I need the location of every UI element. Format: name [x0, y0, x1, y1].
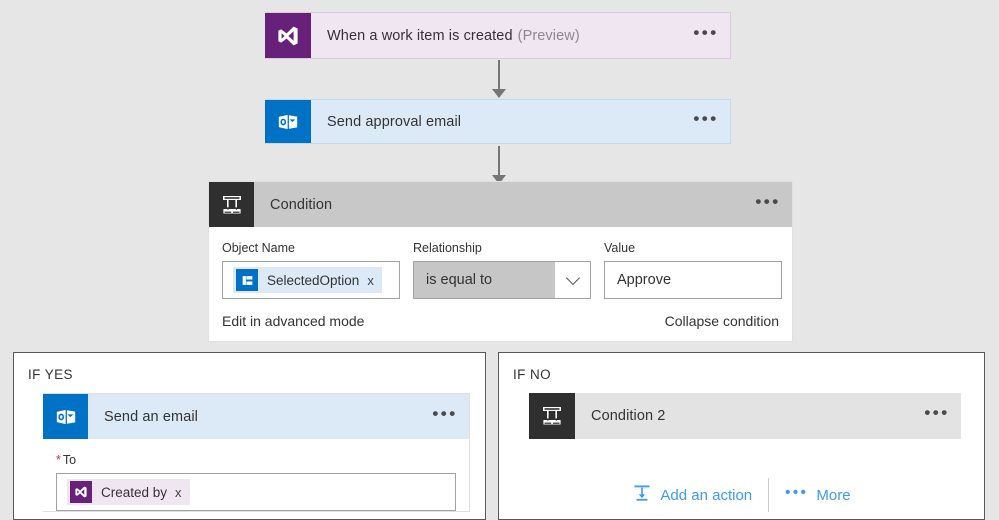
object-name-input[interactable]: SelectedOption x	[222, 261, 400, 299]
selected-option-token[interactable]: SelectedOption x	[233, 267, 382, 293]
to-input[interactable]: Created by x	[56, 473, 456, 511]
value-input[interactable]: Approve	[604, 261, 782, 299]
condition-2-more-menu-icon[interactable]: •••	[913, 393, 961, 439]
trigger-title: When a work item is created (Preview)	[311, 13, 682, 58]
required-asterisk: *	[56, 453, 61, 467]
approval-more-menu-icon[interactable]: •••	[682, 100, 730, 143]
send-an-email-more-menu-icon[interactable]: •••	[421, 394, 469, 439]
send-an-email-header[interactable]: Send an email •••	[43, 394, 469, 439]
if-no-label: IF NO	[513, 367, 551, 382]
visual-studio-icon	[70, 481, 92, 503]
condition-branch-icon	[529, 393, 575, 439]
ellipsis-icon: •••	[785, 484, 809, 501]
object-name-field: Object Name SelectedOption x	[222, 241, 400, 299]
to-field-label: * To	[56, 453, 456, 467]
remove-token-icon[interactable]: x	[367, 273, 378, 288]
connector-arrow-approval-to-condition	[492, 146, 506, 184]
if-yes-label: IF YES	[28, 367, 73, 382]
created-by-token[interactable]: Created by x	[67, 479, 190, 505]
created-by-token-label: Created by	[101, 484, 168, 500]
approval-option-icon	[236, 269, 258, 291]
condition-field-row: Object Name SelectedOption x Relationshi…	[222, 241, 782, 299]
value-input-text: Approve	[617, 272, 672, 288]
condition-body: Object Name SelectedOption x Relationshi…	[209, 227, 792, 299]
condition-more-menu-icon[interactable]: •••	[744, 182, 792, 227]
object-name-label: Object Name	[222, 241, 295, 255]
condition-card: Condition ••• Object Name SelectedOption…	[208, 181, 793, 342]
approval-card-title: Send approval email	[327, 113, 462, 130]
remove-token-icon[interactable]: x	[175, 485, 186, 500]
relationship-label: Relationship	[413, 241, 482, 255]
if-no-action-links: Add an action ••• More	[498, 478, 985, 512]
send-approval-email-card[interactable]: Send approval email •••	[265, 99, 731, 144]
condition-footer: Edit in advanced mode Collapse condition	[209, 299, 792, 341]
value-field: Value Approve	[604, 241, 782, 299]
more-label: More	[816, 486, 851, 504]
outlook-icon	[43, 394, 88, 439]
visual-studio-icon	[265, 13, 311, 58]
condition-branch-icon	[209, 182, 254, 227]
condition-card-header[interactable]: Condition •••	[209, 182, 792, 227]
value-label: Value	[604, 241, 636, 255]
condition-2-card[interactable]: Condition 2 •••	[529, 393, 961, 439]
edit-advanced-mode-link[interactable]: Edit in advanced mode	[222, 313, 364, 329]
collapse-condition-link[interactable]: Collapse condition	[665, 313, 779, 329]
add-an-action-label: Add an action	[660, 486, 753, 504]
to-label-text: To	[62, 453, 77, 467]
send-an-email-body: * To Created by x	[43, 439, 469, 511]
insert-action-icon	[632, 483, 652, 507]
chevron-down-icon[interactable]	[554, 262, 590, 298]
condition-title: Condition	[270, 196, 333, 213]
connector-arrow-trigger-to-approval	[492, 60, 506, 98]
send-an-email-card: Send an email ••• * To Created by x	[43, 393, 470, 512]
relationship-field: Relationship is equal to	[413, 241, 591, 299]
send-an-email-title: Send an email	[104, 408, 198, 425]
outlook-icon	[265, 100, 311, 143]
selected-option-token-label: SelectedOption	[267, 272, 360, 288]
relationship-selected-value[interactable]: is equal to	[414, 262, 554, 298]
trigger-title-text: When a work item is created	[327, 27, 513, 44]
trigger-preview-tag: (Preview)	[517, 27, 580, 44]
more-button[interactable]: ••• More	[769, 485, 866, 505]
condition-2-title: Condition 2	[591, 408, 666, 424]
trigger-card[interactable]: When a work item is created (Preview) ••…	[265, 12, 731, 59]
relationship-dropdown[interactable]: is equal to	[413, 261, 591, 299]
add-an-action-button[interactable]: Add an action	[616, 483, 768, 507]
trigger-more-menu-icon[interactable]: •••	[682, 13, 730, 58]
